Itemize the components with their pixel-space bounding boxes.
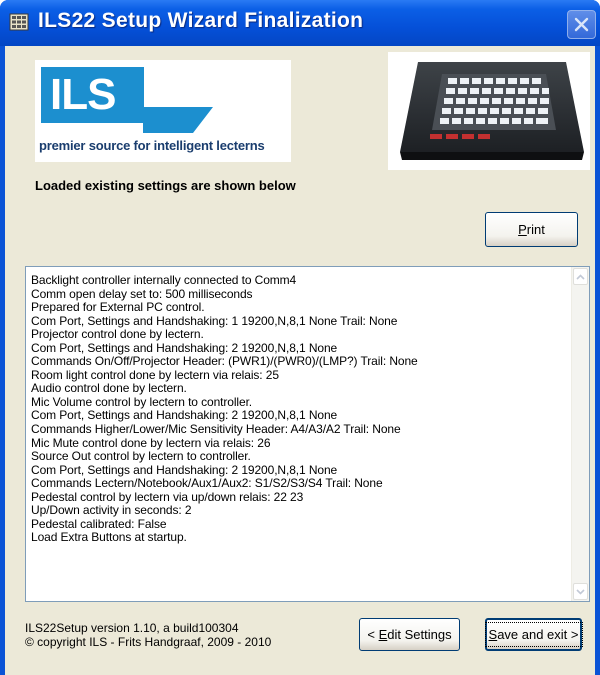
log-line: Pedestal calibrated: False — [31, 516, 167, 531]
log-line: Backlight controller internally connecte… — [31, 273, 297, 287]
log-line: Prepared for External PC control. — [31, 300, 205, 315]
lectern-keypad-image — [388, 52, 590, 170]
log-line: Comm open delay set to: 500 milliseconds — [31, 286, 253, 301]
edit-settings-button[interactable]: < Edit Settings — [359, 618, 460, 651]
close-icon — [574, 17, 589, 32]
version-line: ILS22Setup version 1.10, a build100304 — [25, 621, 239, 635]
chevron-up-icon — [576, 273, 585, 280]
logo-mark: ILS — [41, 67, 144, 123]
settings-log-lines: Backlight controller internally connecte… — [31, 273, 561, 545]
log-line: Load Extra Buttons at startup. — [31, 530, 187, 545]
vertical-scrollbar[interactable] — [571, 267, 589, 601]
setup-wizard-window: ILS22 Setup Wizard Finalization ILS prem… — [0, 0, 600, 675]
print-button[interactable]: Print — [485, 212, 578, 247]
window-title: ILS22 Setup Wizard Finalization — [38, 9, 364, 32]
title-bar[interactable]: ILS22 Setup Wizard Finalization — [0, 0, 600, 46]
scroll-down-button[interactable] — [573, 583, 588, 600]
close-button[interactable] — [567, 10, 596, 39]
log-line: Commands Higher/Lower/Mic Sensitivity He… — [31, 422, 401, 437]
log-line: Up/Down activity in seconds: 2 — [31, 503, 192, 518]
ils-logo: ILS premier source for intelligent lecte… — [35, 60, 291, 162]
logo-letters: ILS — [50, 70, 116, 119]
save-and-exit-button[interactable]: Save and exit > — [484, 618, 583, 651]
log-line: Com Port, Settings and Handshaking: 2 19… — [31, 408, 338, 423]
log-line: Com Port, Settings and Handshaking: 2 19… — [31, 340, 338, 355]
keypad-app-icon — [9, 13, 29, 31]
chevron-down-icon — [576, 588, 585, 595]
log-line: Commands On/Off/Projector Header: (PWR1)… — [31, 354, 418, 369]
dialog-body: ILS premier source for intelligent lecte… — [5, 46, 595, 675]
log-line: Mic Mute control done by lectern via rel… — [31, 435, 271, 450]
edit-settings-label: < Edit Settings — [367, 627, 452, 642]
print-button-label: Print — [518, 222, 545, 237]
log-line: Pedestal control by lectern via up/down … — [31, 489, 304, 504]
log-line: Com Port, Settings and Handshaking: 1 19… — [31, 313, 398, 328]
save-and-exit-label: Save and exit > — [484, 622, 583, 647]
logo-swoosh — [143, 107, 213, 133]
log-line: Mic Volume control by lectern to control… — [31, 394, 253, 409]
version-info: ILS22Setup version 1.10, a build100304 ©… — [25, 621, 271, 649]
settings-log-textbox[interactable]: Backlight controller internally connecte… — [25, 266, 590, 602]
log-line: Commands Lectern/Notebook/Aux1/Aux2: S1/… — [31, 476, 383, 491]
log-line: Audio control done by lectern. — [31, 381, 187, 396]
log-line: Source Out control by lectern to control… — [31, 449, 251, 464]
scroll-up-button[interactable] — [573, 268, 588, 285]
status-message: Loaded existing settings are shown below — [35, 178, 296, 193]
copyright-line: © copyright ILS - Frits Handgraaf, 2009 … — [25, 635, 272, 649]
log-line: Projector control done by lectern. — [31, 327, 204, 342]
logo-tagline: premier source for intelligent lecterns — [39, 138, 265, 153]
log-line: Room light control done by lectern via r… — [31, 367, 279, 382]
log-line: Com Port, Settings and Handshaking: 2 19… — [31, 462, 338, 477]
